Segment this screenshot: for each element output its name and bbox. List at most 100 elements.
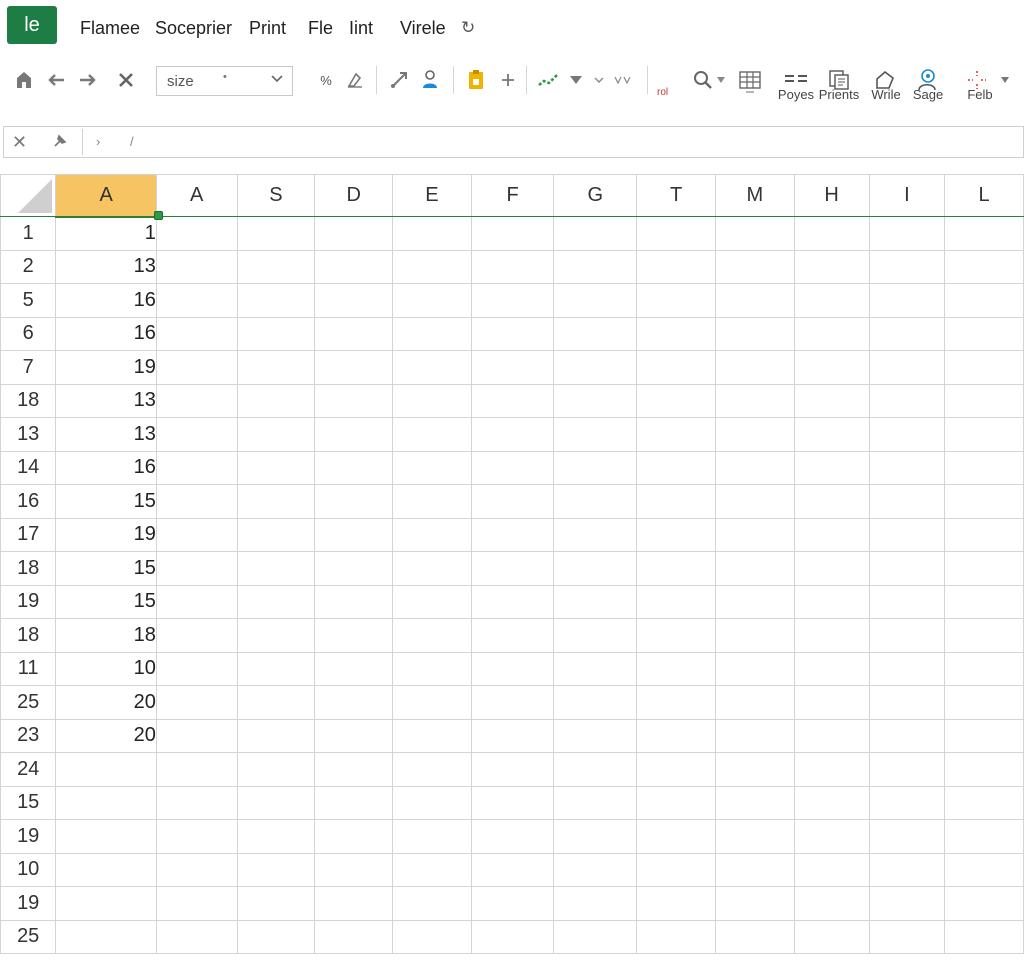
- cell[interactable]: [236, 886, 316, 921]
- cell[interactable]: [314, 752, 394, 787]
- row-header[interactable]: 23: [0, 718, 57, 753]
- cell[interactable]: [868, 216, 946, 251]
- cell[interactable]: [714, 819, 795, 854]
- cell[interactable]: [793, 852, 870, 887]
- cell[interactable]: [314, 517, 394, 552]
- cell[interactable]: [793, 752, 870, 787]
- cell[interactable]: [553, 283, 638, 318]
- cell[interactable]: [392, 752, 472, 787]
- cell[interactable]: [470, 350, 555, 385]
- cell[interactable]: [944, 718, 1024, 753]
- cell[interactable]: [55, 919, 157, 954]
- cell[interactable]: [636, 417, 716, 452]
- cell[interactable]: [392, 852, 472, 887]
- cell[interactable]: [236, 216, 316, 251]
- cell[interactable]: [553, 819, 638, 854]
- cell[interactable]: [470, 919, 555, 954]
- cell[interactable]: [868, 618, 946, 653]
- cell[interactable]: [314, 886, 394, 921]
- cell[interactable]: [714, 852, 795, 887]
- menu-item-soceprier[interactable]: Soceprier: [155, 18, 232, 39]
- row-header[interactable]: 10: [0, 852, 57, 887]
- cell[interactable]: [392, 919, 472, 954]
- home-icon[interactable]: [12, 66, 36, 94]
- cell[interactable]: [470, 685, 555, 720]
- cell[interactable]: [714, 249, 795, 284]
- cell[interactable]: [392, 584, 472, 619]
- cell[interactable]: [392, 886, 472, 921]
- cell[interactable]: 13: [55, 383, 157, 418]
- cell[interactable]: [392, 249, 472, 284]
- cell[interactable]: 15: [55, 484, 157, 519]
- cell[interactable]: [314, 350, 394, 385]
- cell[interactable]: [236, 852, 316, 887]
- cell[interactable]: [553, 718, 638, 753]
- cell[interactable]: [714, 685, 795, 720]
- cancel-icon[interactable]: ✕: [12, 132, 27, 153]
- cell[interactable]: [553, 752, 638, 787]
- cell[interactable]: [714, 551, 795, 586]
- cell[interactable]: [314, 551, 394, 586]
- cell[interactable]: [470, 651, 555, 686]
- cell[interactable]: [470, 752, 555, 787]
- cell[interactable]: [868, 685, 946, 720]
- cell[interactable]: [470, 852, 555, 887]
- cell[interactable]: 18: [55, 618, 157, 653]
- cell[interactable]: [944, 919, 1024, 954]
- cell[interactable]: [155, 283, 238, 318]
- cell[interactable]: [392, 819, 472, 854]
- cell[interactable]: [236, 249, 316, 284]
- cell[interactable]: [155, 350, 238, 385]
- cell[interactable]: [944, 517, 1024, 552]
- cell[interactable]: [155, 618, 238, 653]
- column-header-d[interactable]: D: [314, 174, 394, 217]
- cell[interactable]: [868, 584, 946, 619]
- felb-button[interactable]: Felb: [962, 87, 998, 102]
- cell[interactable]: [236, 417, 316, 452]
- poyes-button[interactable]: Poyes: [777, 87, 815, 102]
- cell[interactable]: [155, 551, 238, 586]
- cell[interactable]: [470, 584, 555, 619]
- cell[interactable]: [868, 417, 946, 452]
- cell[interactable]: [470, 249, 555, 284]
- cell[interactable]: [793, 350, 870, 385]
- cell[interactable]: [314, 383, 394, 418]
- cell[interactable]: 15: [55, 551, 157, 586]
- cell[interactable]: [553, 886, 638, 921]
- cell[interactable]: [714, 618, 795, 653]
- cell[interactable]: 20: [55, 685, 157, 720]
- cell[interactable]: [314, 316, 394, 351]
- cell[interactable]: [236, 919, 316, 954]
- cell[interactable]: [944, 283, 1024, 318]
- menu-item-fle[interactable]: Fle: [308, 18, 333, 39]
- cell[interactable]: [236, 551, 316, 586]
- column-header-m[interactable]: M: [714, 174, 795, 217]
- cell[interactable]: [944, 584, 1024, 619]
- cell[interactable]: [868, 551, 946, 586]
- select-all-corner[interactable]: [0, 174, 57, 217]
- column-header-l[interactable]: L: [944, 174, 1024, 217]
- cell[interactable]: 13: [55, 417, 157, 452]
- cell[interactable]: [155, 718, 238, 753]
- cell[interactable]: [55, 785, 157, 820]
- cell[interactable]: [868, 450, 946, 485]
- menu-item-flamee[interactable]: Flamee: [80, 18, 140, 39]
- cell[interactable]: 10: [55, 651, 157, 686]
- spreadsheet-grid[interactable]: AASDEFGTMHIL 1 1 2 13 5 16 6 16 7 19 18 13 13 13 14 16 1…: [0, 174, 1024, 960]
- cell[interactable]: [155, 852, 238, 887]
- chevron-down-icon[interactable]: [998, 66, 1012, 94]
- row-header[interactable]: 15: [0, 785, 57, 820]
- cell[interactable]: [714, 283, 795, 318]
- cell[interactable]: [392, 618, 472, 653]
- cell[interactable]: [236, 517, 316, 552]
- cell[interactable]: [636, 517, 716, 552]
- cell[interactable]: [714, 584, 795, 619]
- cell[interactable]: [392, 685, 472, 720]
- cell[interactable]: [714, 752, 795, 787]
- column-header-g[interactable]: G: [553, 174, 638, 217]
- cell[interactable]: [392, 651, 472, 686]
- cell[interactable]: [392, 484, 472, 519]
- cell[interactable]: [944, 819, 1024, 854]
- column-header-i[interactable]: I: [868, 174, 946, 217]
- cell[interactable]: [553, 249, 638, 284]
